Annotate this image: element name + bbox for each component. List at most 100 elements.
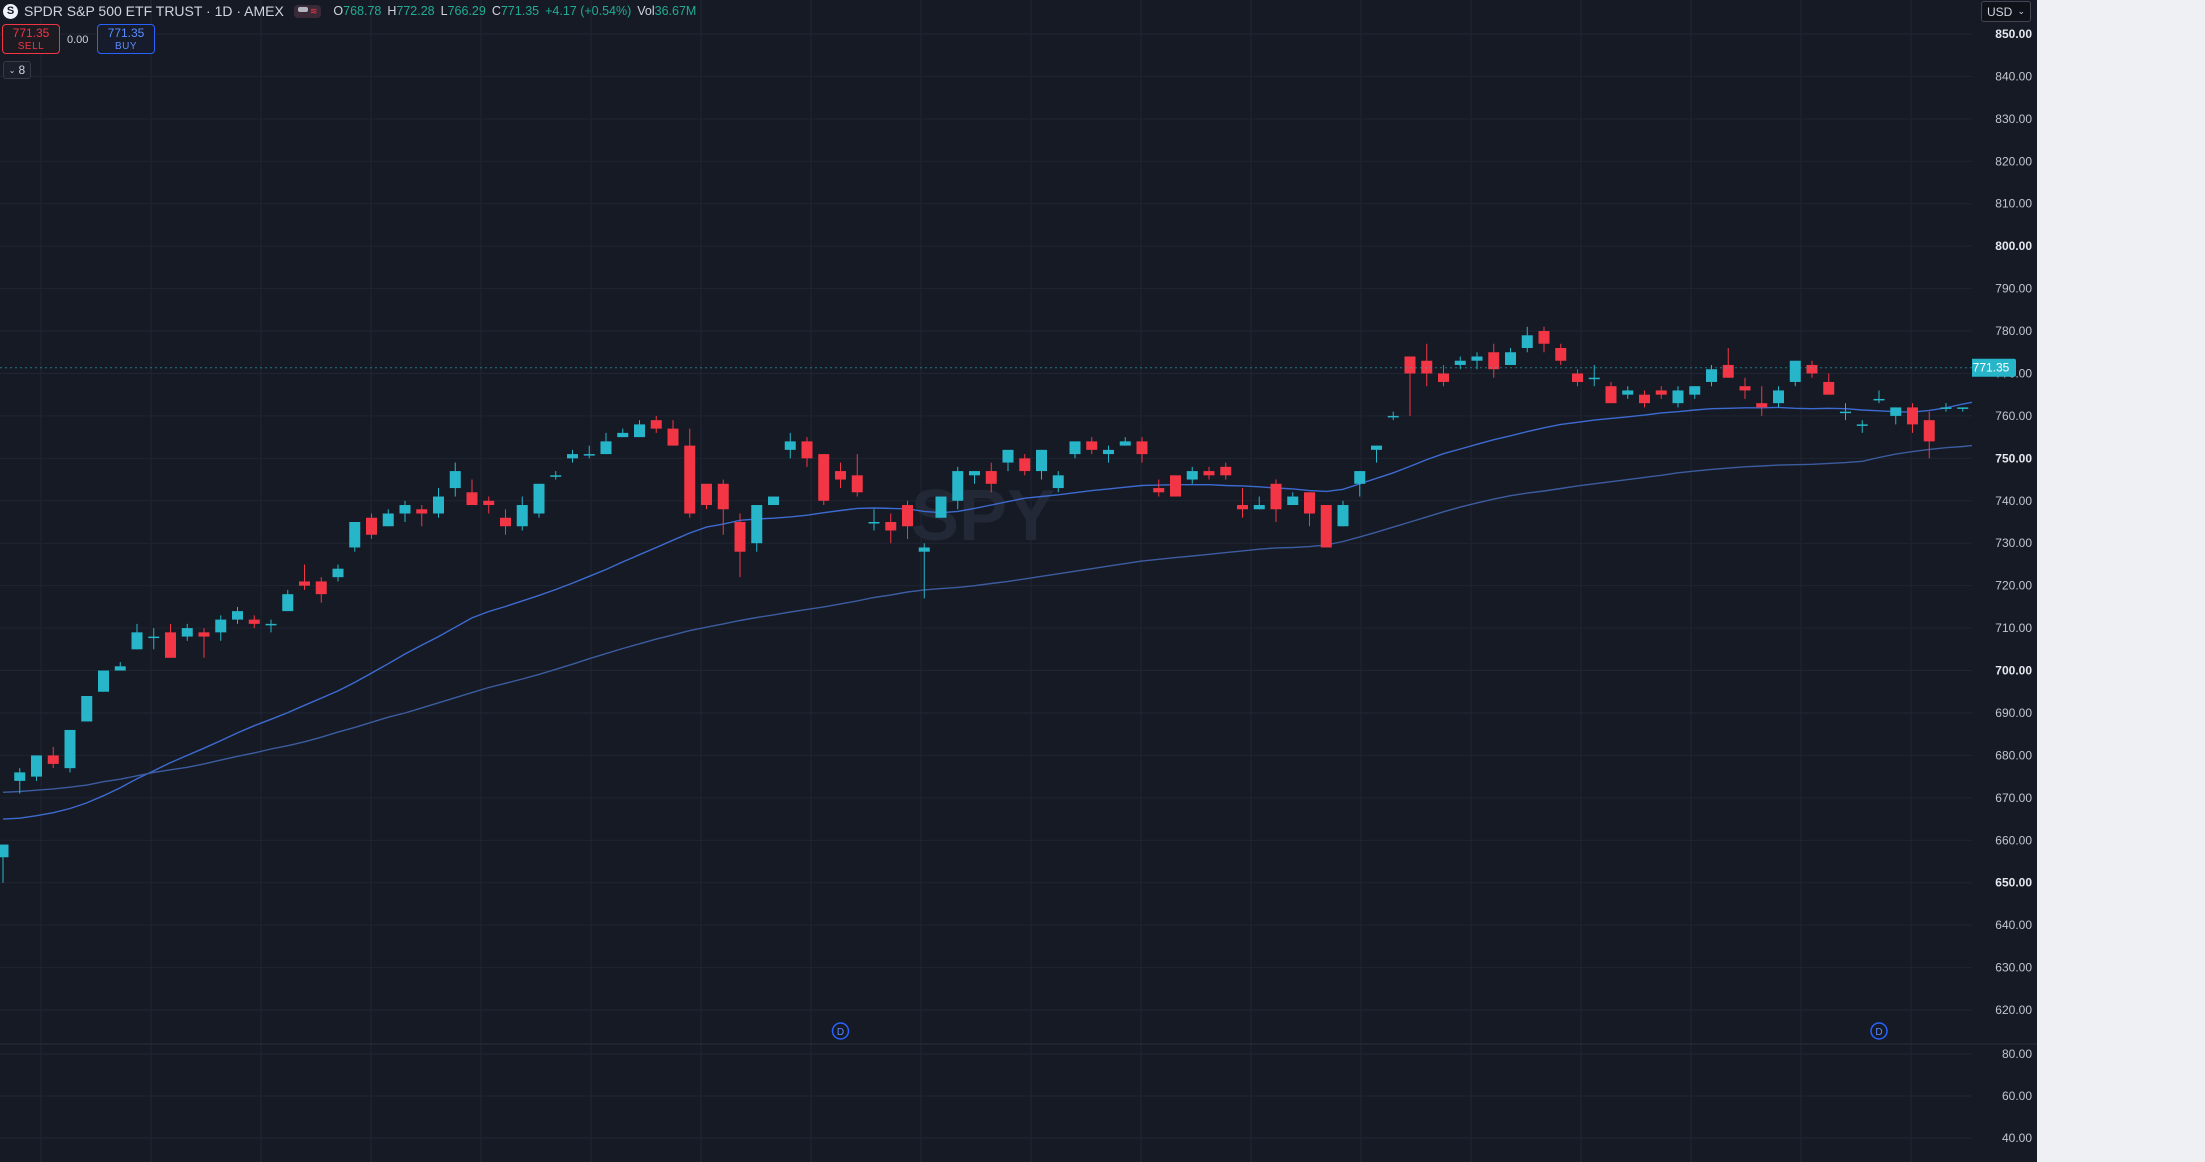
candle [1069,441,1081,455]
candle [1521,335,1533,348]
symbol-legend: S SPDR S&P 500 ETF TRUST · 1D · AMEX ≋ O… [3,2,696,20]
candle [969,471,980,476]
candle [1036,449,1047,472]
event-marker-label: D [837,1027,844,1038]
price-tick-label: 750.00 [1995,451,2032,465]
candle [583,454,595,456]
candle [835,471,846,480]
candle [31,755,42,777]
candle [617,432,629,438]
currency-value: USD [1987,4,2013,19]
price-tick-label: 620.00 [1995,1003,2032,1017]
candle [81,696,93,722]
candle [64,729,76,769]
candle [1170,475,1181,497]
candle [1421,360,1433,374]
candle [165,632,176,658]
candle [299,581,310,586]
currency-selector[interactable]: USD ⌄ [1981,1,2031,22]
sell-button[interactable]: 771.35 SELL [2,24,60,54]
symbol-logo-icon[interactable]: S [3,3,18,19]
candle [399,505,411,514]
price-tick-label: 730.00 [1995,536,2032,550]
candle [1588,377,1600,380]
candle [1756,403,1768,408]
candle [98,670,109,692]
candle [449,471,461,489]
candle [1706,369,1717,382]
candle [516,505,528,527]
chevron-down-icon: ⌄ [2017,6,2025,16]
candle [1488,352,1500,370]
price-tick-label: 740.00 [1995,494,2032,508]
candle [315,581,327,595]
candle [1907,407,1918,425]
buy-label: BUY [114,41,138,52]
candle [1186,471,1198,480]
candle [1136,441,1148,455]
flags-badge[interactable]: ≋ [293,4,322,18]
candle [1438,373,1449,382]
buy-price: 771.35 [107,26,145,40]
chart-area[interactable]: SPY D D [0,0,1972,1162]
price-tick-label: 710.00 [1995,621,2032,635]
candle [500,517,511,527]
candle [1253,505,1265,510]
high-value: 772.28 [396,4,435,18]
close-label: C [491,4,501,18]
candle [1622,390,1634,395]
candle [1471,356,1483,361]
price-tick-label: 630.00 [1995,961,2032,975]
candle [1002,449,1014,463]
sell-label: SELL [17,41,45,52]
candle [902,505,913,527]
open-value: 768.78 [343,4,382,18]
candle [684,445,696,514]
candle [851,475,863,493]
candle [1890,407,1902,416]
candle [1387,415,1399,418]
price-tick-label: 680.00 [1995,748,2032,762]
candle [1103,449,1114,455]
symbol-title[interactable]: SPDR S&P 500 ETF TRUST · 1D · AMEX [24,3,284,19]
candle [667,428,679,446]
candle [567,454,578,459]
candle [550,475,562,477]
price-axis[interactable]: 620.00 630.00 640.00 650.00 660.00 670.00 680.… [1972,0,2037,1162]
indicators-toggle[interactable]: ⌄ 8 [3,61,31,79]
candle [232,611,243,620]
candle [1237,505,1248,510]
candle [1304,492,1315,514]
price-tick-label: 810.00 [1995,197,2032,211]
ohlc-values: O768.78 H772.28 L766.29 C771.35 +4.17 (+… [333,4,696,18]
lower-tick-label: 40.00 [2002,1131,2032,1145]
sell-price: 771.35 [12,26,50,40]
candle [1823,381,1835,395]
candle [952,471,964,501]
candle [248,619,260,624]
candle [1505,352,1516,365]
price-axis-scale: 620.00 630.00 640.00 650.00 660.00 670.00 680.… [1972,27,2037,1145]
buy-button[interactable]: 771.35 BUY [97,24,155,54]
price-chart[interactable]: SPY D D [0,0,1972,1162]
chevron-down-icon: ⌄ [8,65,16,75]
candle [1806,364,1818,374]
lower-tick-label: 80.00 [2002,1047,2032,1061]
candle [198,632,210,637]
price-tick-label: 850.00 [1995,27,2032,41]
candle [868,522,880,524]
price-tick-label: 780.00 [1995,324,2032,338]
candle [1655,390,1667,395]
candle [751,505,763,544]
candle [1722,364,1734,378]
candle [1639,394,1650,404]
volume-value: 36.67M [654,4,697,18]
price-tick-label: 660.00 [1995,833,2032,847]
candle [1773,390,1784,404]
price-tick-label: 800.00 [1995,239,2032,253]
candle [1119,441,1131,446]
candle [332,568,344,578]
candle [1371,445,1382,450]
candle [818,454,830,501]
candle [181,628,193,637]
